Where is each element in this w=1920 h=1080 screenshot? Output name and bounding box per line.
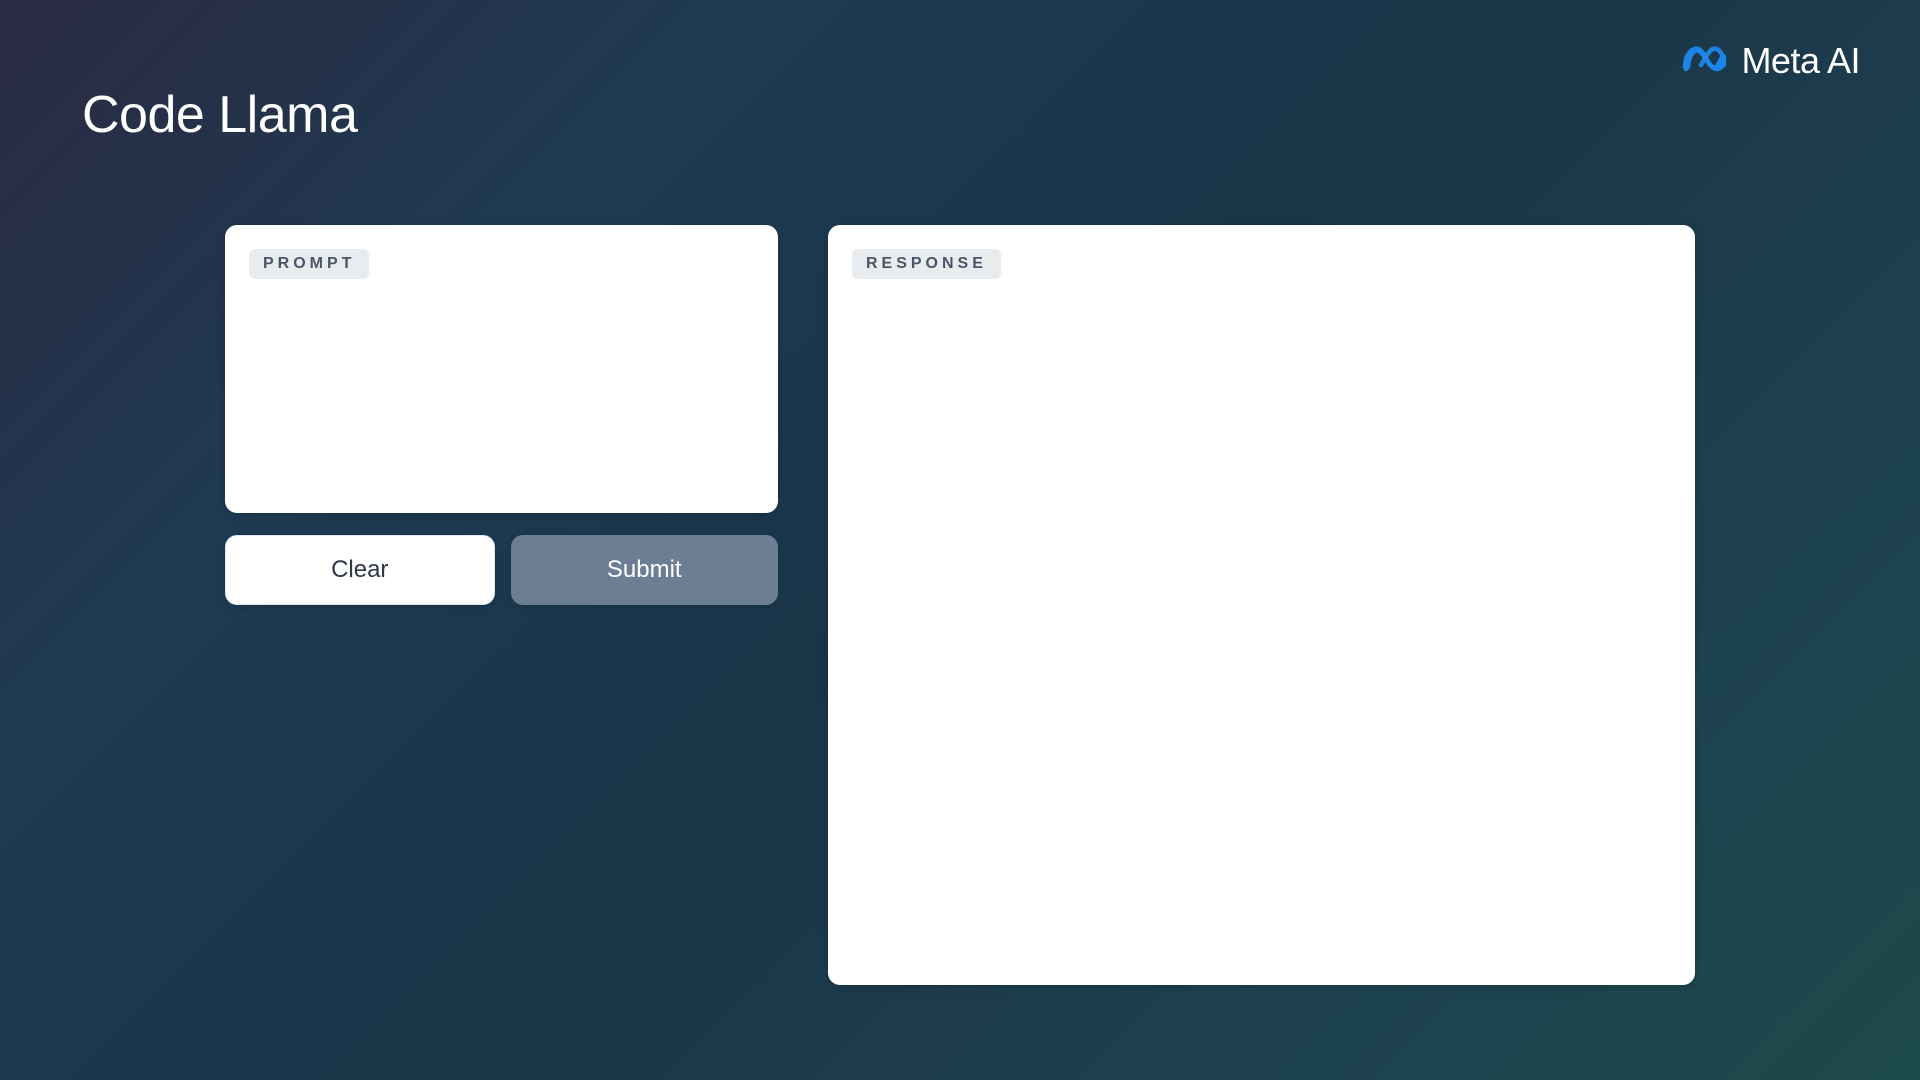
response-panel: RESPONSE <box>828 225 1695 985</box>
clear-button[interactable]: Clear <box>225 535 495 605</box>
button-row: Clear Submit <box>225 535 778 605</box>
submit-button[interactable]: Submit <box>511 535 779 605</box>
left-column: PROMPT Clear Submit <box>225 225 778 985</box>
brand-logo: Meta AI <box>1681 40 1860 82</box>
prompt-label: PROMPT <box>249 249 369 279</box>
prompt-panel: PROMPT <box>225 225 778 513</box>
meta-logo-icon <box>1681 43 1729 80</box>
content-area: PROMPT Clear Submit RESPONSE <box>225 225 1695 985</box>
brand-name: Meta AI <box>1741 40 1860 82</box>
page-title: Code Llama <box>82 85 357 145</box>
prompt-input[interactable] <box>249 291 754 491</box>
response-label: RESPONSE <box>852 249 1001 279</box>
